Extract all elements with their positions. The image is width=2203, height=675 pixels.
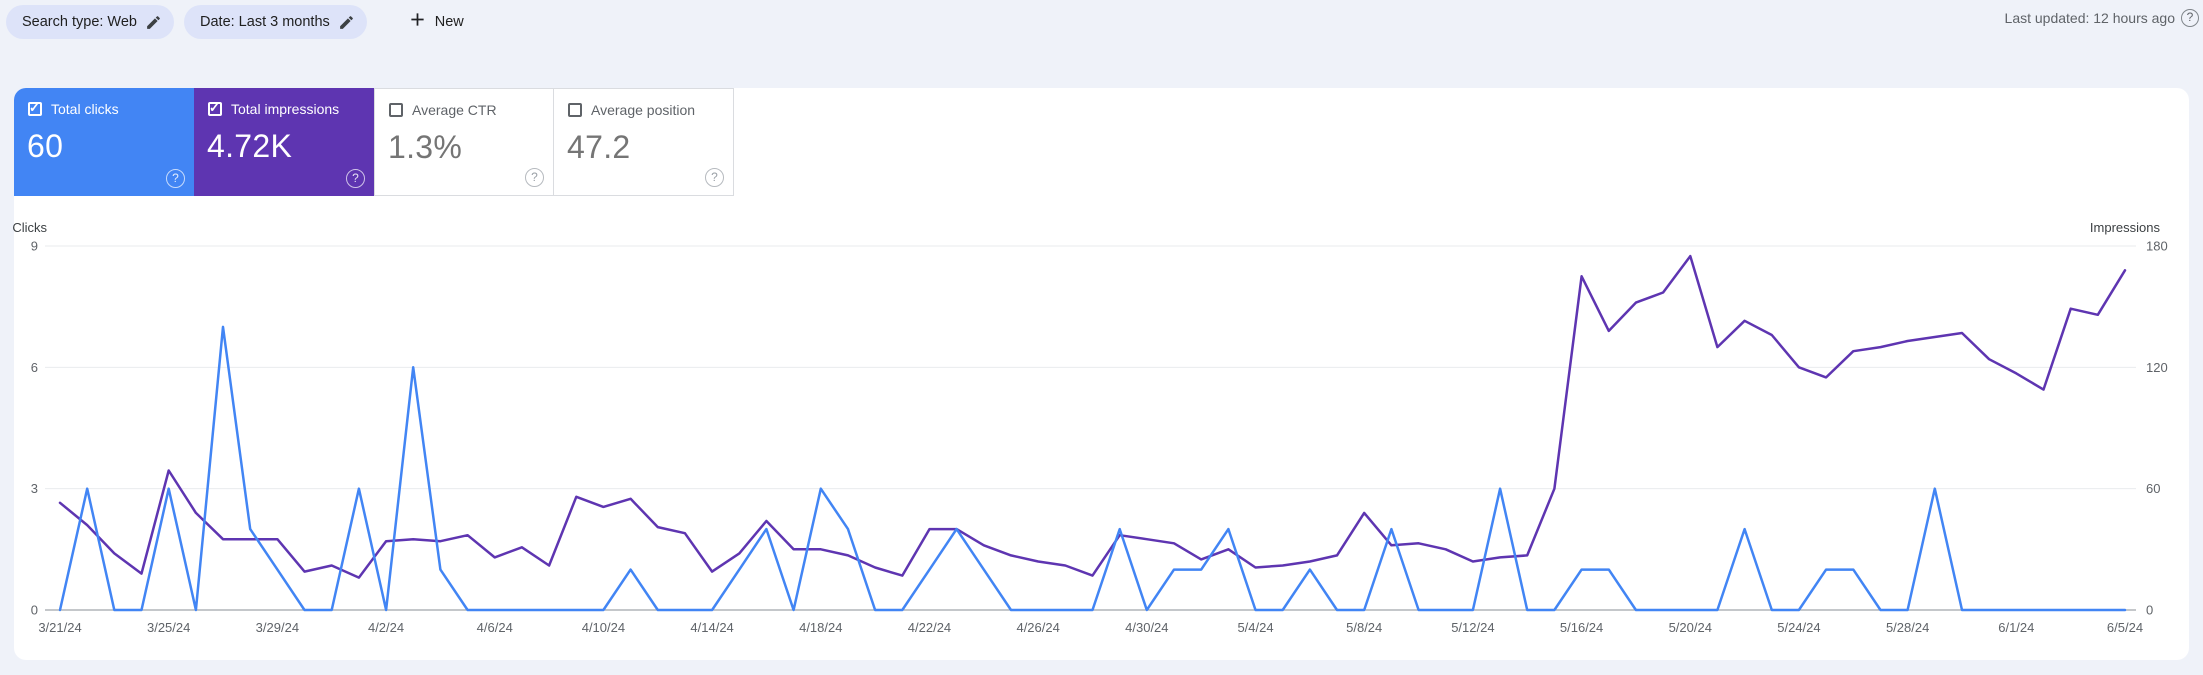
x-axis-date-label: 3/29/24 <box>256 620 299 635</box>
x-axis-date-label: 4/18/24 <box>799 620 842 635</box>
clicks-line-series[interactable] <box>58 325 2127 612</box>
x-axis-date-label: 5/20/24 <box>1669 620 1712 635</box>
card-average-ctr[interactable]: Average CTR 1.3% ? <box>374 88 554 196</box>
card-head: ✓ Total impressions <box>208 100 340 117</box>
x-axis-date-label: 5/28/24 <box>1886 620 1929 635</box>
impressions-line-series[interactable] <box>58 254 2127 579</box>
x-axis-date-label: 4/10/24 <box>582 620 625 635</box>
left-axis-tick: 0 <box>31 603 38 618</box>
card-total-impressions[interactable]: ✓ Total impressions 4.72K ? <box>194 88 374 196</box>
x-axis-date-label: 5/16/24 <box>1560 620 1603 635</box>
card-label: Total clicks <box>51 101 119 117</box>
card-help-icon[interactable]: ? <box>346 169 365 188</box>
card-total-clicks[interactable]: ✓ Total clicks 60 ? <box>14 88 194 196</box>
x-axis-date-label: 4/14/24 <box>690 620 733 635</box>
right-axis-tick: 120 <box>2146 360 2168 375</box>
right-axis-tick: 0 <box>2146 603 2153 618</box>
card-head: Average position <box>568 102 695 118</box>
right-axis-tick: 180 <box>2146 239 2168 254</box>
check-icon: ✓ <box>29 100 40 115</box>
x-axis-date-label: 5/24/24 <box>1777 620 1820 635</box>
x-axis-date-label: 4/2/24 <box>368 620 404 635</box>
x-axis-date-label: 3/25/24 <box>147 620 190 635</box>
search-type-chip[interactable]: Search type: Web <box>6 5 174 39</box>
total-impressions-value: 4.72K <box>207 128 293 164</box>
new-filter-button-label: New <box>434 14 464 30</box>
x-axis-date-label: 6/1/24 <box>1998 620 2034 635</box>
last-updated: Last updated: 12 hours ago ? <box>2005 9 2199 27</box>
card-label: Total impressions <box>231 101 340 117</box>
filter-chips: Search type: Web Date: Last 3 months New <box>6 5 470 39</box>
card-label: Average position <box>591 102 696 118</box>
card-help-icon[interactable]: ? <box>166 169 185 188</box>
right-axis-title: Impressions <box>2090 220 2161 235</box>
last-updated-help-icon[interactable]: ? <box>2181 9 2199 27</box>
average-position-value: 47.2 <box>567 129 631 165</box>
left-axis-tick: 9 <box>31 239 38 254</box>
x-axis-date-label: 5/4/24 <box>1237 620 1273 635</box>
right-axis-tick: 60 <box>2146 481 2160 496</box>
x-axis-date-label: 4/22/24 <box>908 620 951 635</box>
total-clicks-value: 60 <box>27 128 64 164</box>
card-average-position[interactable]: Average position 47.2 ? <box>554 88 734 196</box>
x-axis-date-label: 6/5/24 <box>2107 620 2143 635</box>
search-type-chip-label: Search type: Web <box>22 14 137 30</box>
left-axis-tick: 3 <box>31 481 38 496</box>
left-axis-tick: 6 <box>31 360 38 375</box>
x-axis-date-label: 5/12/24 <box>1451 620 1494 635</box>
top-bar: Search type: Web Date: Last 3 months New… <box>0 0 2203 56</box>
x-axis-date-label: 4/26/24 <box>1016 620 1059 635</box>
x-axis-date-label: 5/8/24 <box>1346 620 1382 635</box>
total-impressions-checkbox[interactable]: ✓ <box>208 100 222 116</box>
average-ctr-value: 1.3% <box>388 129 463 165</box>
x-axis-date-label: 4/6/24 <box>477 620 513 635</box>
check-icon: ✓ <box>209 100 220 115</box>
last-updated-text: Last updated: 12 hours ago <box>2004 10 2175 26</box>
average-ctr-checkbox[interactable] <box>389 103 403 117</box>
x-axis-date-label: 4/30/24 <box>1125 620 1168 635</box>
card-head: Average CTR <box>389 102 497 118</box>
card-help-icon[interactable]: ? <box>705 168 724 187</box>
date-range-chip-label: Date: Last 3 months <box>200 14 330 30</box>
new-filter-button[interactable]: New <box>401 5 470 39</box>
card-label: Average CTR <box>412 102 497 118</box>
left-axis-title: Clicks <box>12 220 47 235</box>
pencil-icon[interactable] <box>145 14 162 31</box>
average-position-checkbox[interactable] <box>568 103 582 117</box>
pencil-icon[interactable] <box>338 14 355 31</box>
total-clicks-checkbox[interactable]: ✓ <box>28 100 42 116</box>
plus-icon <box>407 9 428 35</box>
x-axis-date-label: 3/21/24 <box>38 620 81 635</box>
card-head: ✓ Total clicks <box>28 100 119 117</box>
date-range-chip[interactable]: Date: Last 3 months <box>184 5 367 39</box>
card-help-icon[interactable]: ? <box>525 168 544 187</box>
